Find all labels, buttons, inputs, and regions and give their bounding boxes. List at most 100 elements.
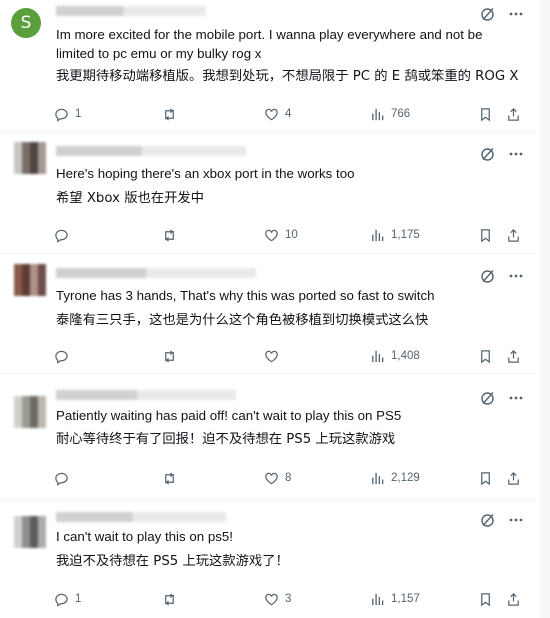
views-button[interactable]: 766 xyxy=(370,104,410,124)
heart-icon xyxy=(265,350,278,362)
reply-translation: 我更期待移动端移植版。我想到处玩，不想局限于 PC 的 E 鸹或笨重的 ROG … xyxy=(56,69,519,84)
scrollbar[interactable] xyxy=(540,0,550,618)
avatar[interactable] xyxy=(14,264,46,296)
bookmark-button[interactable] xyxy=(478,346,493,366)
heart-icon xyxy=(265,229,278,241)
more-icon[interactable] xyxy=(508,512,524,528)
grok-icon[interactable] xyxy=(480,512,496,528)
comment-icon xyxy=(55,472,68,486)
replies-feed: S Im more excited for the mobile port. I… xyxy=(0,0,550,618)
reply-count: 1 xyxy=(75,108,82,120)
comment-icon xyxy=(55,229,68,243)
author-name-obscured xyxy=(56,146,246,156)
reply-translation: 耐心等待终于有了回报！迫不及待想在 PS5 上玩这款游戏 xyxy=(56,432,396,447)
author-name-obscured xyxy=(56,512,226,522)
share-icon xyxy=(508,349,519,363)
like-count: 8 xyxy=(285,472,292,484)
repost-icon xyxy=(165,349,174,363)
views-icon xyxy=(372,472,384,484)
like-button[interactable]: 4 xyxy=(264,104,291,124)
bookmark-button[interactable] xyxy=(478,468,493,488)
more-icon[interactable] xyxy=(508,146,524,162)
bookmark-button[interactable] xyxy=(478,225,493,245)
action-bar: 1 4 766 xyxy=(54,104,521,124)
bookmark-icon xyxy=(481,592,490,606)
reply-button[interactable]: 1 xyxy=(54,104,81,124)
author-name-obscured xyxy=(56,268,256,278)
repost-icon xyxy=(165,592,174,606)
reply-translation: 泰隆有三只手，这也是为什么这个角色被移植到切换模式这么快 xyxy=(56,313,429,328)
repost-button[interactable] xyxy=(162,104,177,124)
action-bar: 1,408 xyxy=(54,346,521,366)
reply-item[interactable]: Patiently waiting has paid off! can't wa… xyxy=(0,384,536,500)
repost-button[interactable] xyxy=(162,225,177,245)
like-button[interactable]: 10 xyxy=(264,225,298,245)
like-count: 10 xyxy=(285,229,298,241)
views-icon xyxy=(372,108,384,120)
views-count: 1,408 xyxy=(391,350,420,362)
more-icon[interactable] xyxy=(508,390,524,406)
reply-button[interactable] xyxy=(54,225,75,245)
views-icon xyxy=(372,229,384,241)
grok-icon[interactable] xyxy=(480,390,496,406)
comment-icon xyxy=(55,350,68,364)
share-icon xyxy=(508,107,519,121)
grok-icon[interactable] xyxy=(480,268,496,284)
more-icon[interactable] xyxy=(508,268,524,284)
reply-item[interactable]: Tyrone has 3 hands, That's why this was … xyxy=(0,262,536,374)
repost-icon xyxy=(165,471,174,485)
avatar[interactable] xyxy=(14,516,46,548)
views-icon xyxy=(372,593,384,605)
views-button[interactable]: 1,408 xyxy=(370,346,420,366)
share-icon xyxy=(508,592,519,606)
share-button[interactable] xyxy=(506,346,521,366)
repost-button[interactable] xyxy=(162,468,177,488)
reply-item[interactable]: Here's hoping there's an xbox port in th… xyxy=(0,140,536,254)
reply-button[interactable]: 1 xyxy=(54,589,81,609)
author-name-obscured xyxy=(56,6,206,16)
reply-translation: 我迫不及待想在 PS5 上玩这款游戏了！ xyxy=(56,554,289,569)
avatar[interactable]: S xyxy=(11,8,41,38)
views-button[interactable]: 2,129 xyxy=(370,468,420,488)
views-button[interactable]: 1,157 xyxy=(370,589,420,609)
share-button[interactable] xyxy=(506,225,521,245)
bookmark-button[interactable] xyxy=(478,104,493,124)
like-button[interactable]: 8 xyxy=(264,468,291,488)
like-count: 3 xyxy=(285,593,292,605)
more-icon[interactable] xyxy=(508,6,524,22)
action-bar: 10 1,175 xyxy=(54,225,521,245)
share-button[interactable] xyxy=(506,104,521,124)
like-button[interactable] xyxy=(264,346,285,366)
grok-icon[interactable] xyxy=(480,6,496,22)
reply-count: 1 xyxy=(75,593,82,605)
bookmark-icon xyxy=(481,107,490,121)
bookmark-icon xyxy=(481,471,490,485)
reply-item[interactable]: I can't wait to play this on ps5! 我迫不及待想… xyxy=(0,506,536,618)
bookmark-button[interactable] xyxy=(478,589,493,609)
reply-item[interactable]: S Im more excited for the mobile port. I… xyxy=(0,0,536,132)
repost-button[interactable] xyxy=(162,589,177,609)
views-count: 1,157 xyxy=(391,593,420,605)
views-count: 1,175 xyxy=(391,229,420,241)
action-bar: 8 2,129 xyxy=(54,468,521,488)
like-count: 4 xyxy=(285,108,292,120)
repost-button[interactable] xyxy=(162,346,177,366)
share-button[interactable] xyxy=(506,468,521,488)
views-count: 2,129 xyxy=(391,472,420,484)
share-button[interactable] xyxy=(506,589,521,609)
reply-text: Tyrone has 3 hands, That's why this was … xyxy=(56,288,435,303)
views-button[interactable]: 1,175 xyxy=(370,225,420,245)
heart-icon xyxy=(265,108,278,120)
like-button[interactable]: 3 xyxy=(264,589,291,609)
avatar[interactable] xyxy=(14,396,46,428)
grok-icon[interactable] xyxy=(480,146,496,162)
reply-button[interactable] xyxy=(54,468,75,488)
reply-text: Patiently waiting has paid off! can't wa… xyxy=(56,408,402,423)
reply-button[interactable] xyxy=(54,346,75,366)
comment-icon xyxy=(55,593,68,607)
repost-icon xyxy=(165,228,174,242)
comment-icon xyxy=(55,108,68,122)
bookmark-icon xyxy=(481,349,490,363)
avatar[interactable] xyxy=(14,142,46,174)
reply-translation: 希望 Xbox 版也在开发中 xyxy=(56,191,204,206)
